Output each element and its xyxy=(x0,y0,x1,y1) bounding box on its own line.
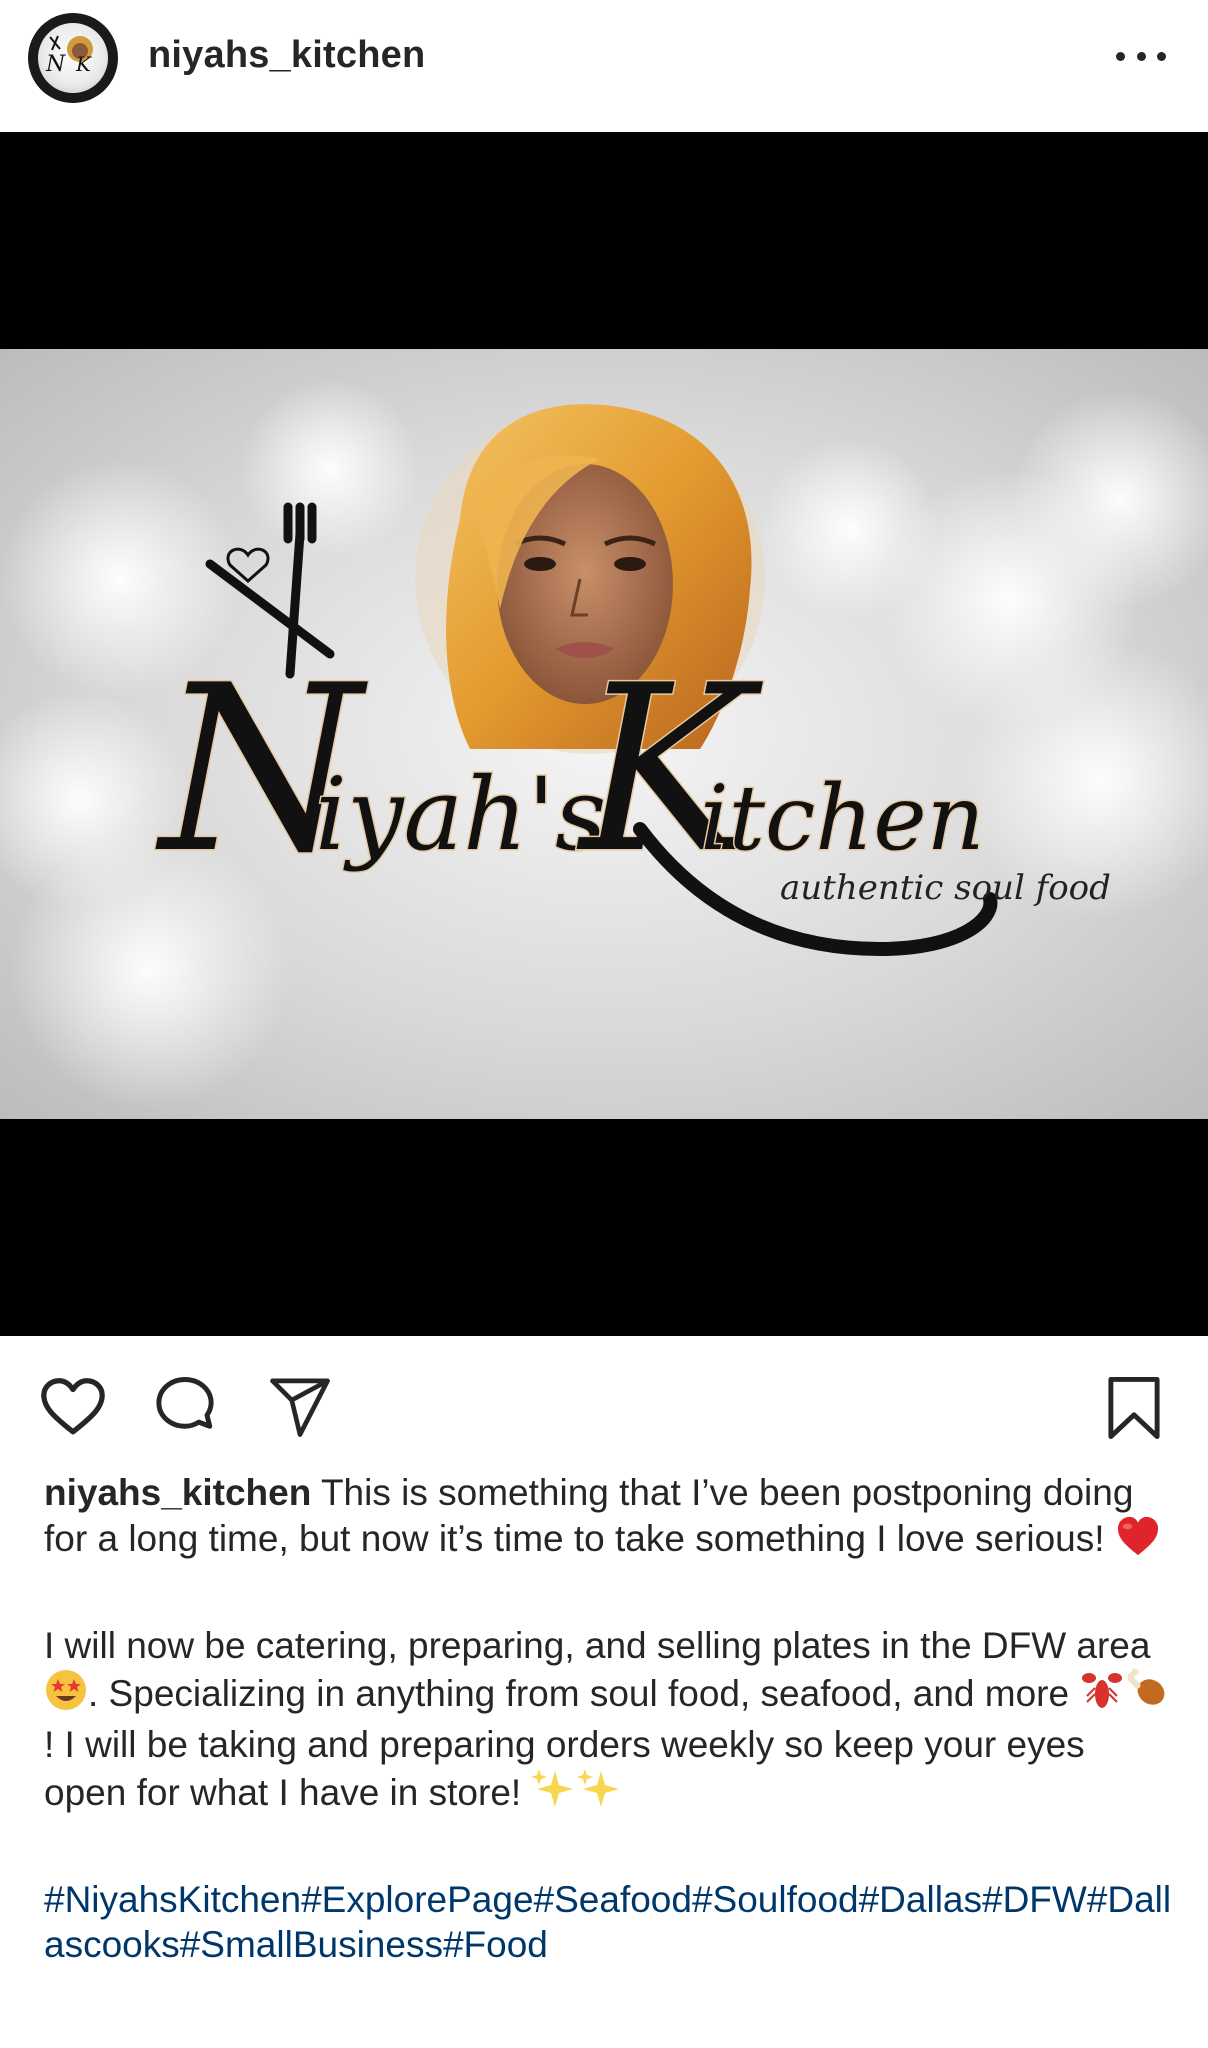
action-bar xyxy=(0,1336,1208,1476)
caption-text-2a: I will now be catering, preparing, and s… xyxy=(44,1625,1151,1666)
caption-hashtags[interactable]: #NiyahsKitchen#ExplorePage#Seafood#Soulf… xyxy=(44,1877,1174,1967)
logo-tagline: authentic soul food xyxy=(780,868,1111,908)
post-media[interactable]: N iyah's K itchen authentic soul food xyxy=(0,132,1208,1336)
avatar[interactable]: N K xyxy=(28,13,118,103)
avatar-image: N K xyxy=(38,23,108,93)
post-caption: niyahs_kitchen This is something that I’… xyxy=(44,1470,1174,1967)
caption-paragraph-1: niyahs_kitchen This is something that I’… xyxy=(44,1470,1174,1567)
poultry-leg-emoji xyxy=(1125,1668,1171,1722)
logo-text-itchen: itchen xyxy=(700,766,985,871)
post-username[interactable]: niyahs_kitchen xyxy=(148,34,425,77)
logo-image: N iyah's K itchen authentic soul food xyxy=(0,349,1208,1119)
caption-username[interactable]: niyahs_kitchen xyxy=(44,1472,311,1513)
comment-icon[interactable] xyxy=(152,1374,218,1445)
post-header: N K niyahs_kitchen xyxy=(0,0,1208,132)
svg-text:K: K xyxy=(75,52,92,76)
lobster-emoji xyxy=(1079,1668,1125,1722)
caption-text-2b: . Specializing in anything from soul foo… xyxy=(88,1673,1080,1714)
sparkles-emoji xyxy=(531,1767,577,1821)
sparkles-emoji xyxy=(577,1767,623,1821)
svg-text:N: N xyxy=(45,52,66,77)
more-horizontal-icon[interactable] xyxy=(1116,46,1166,66)
red-heart-emoji xyxy=(1115,1515,1161,1567)
instagram-post: N K niyahs_kitchen N iyah's K itchen aut… xyxy=(0,0,1208,2048)
logo-text-iyahs: iyah's xyxy=(315,756,606,873)
bookmark-icon[interactable] xyxy=(1104,1374,1164,1447)
caption-paragraph-2: I will now be catering, preparing, and s… xyxy=(44,1623,1174,1821)
send-icon[interactable] xyxy=(266,1374,334,1445)
star-struck-emoji xyxy=(44,1668,88,1722)
heart-icon[interactable] xyxy=(38,1372,108,1447)
